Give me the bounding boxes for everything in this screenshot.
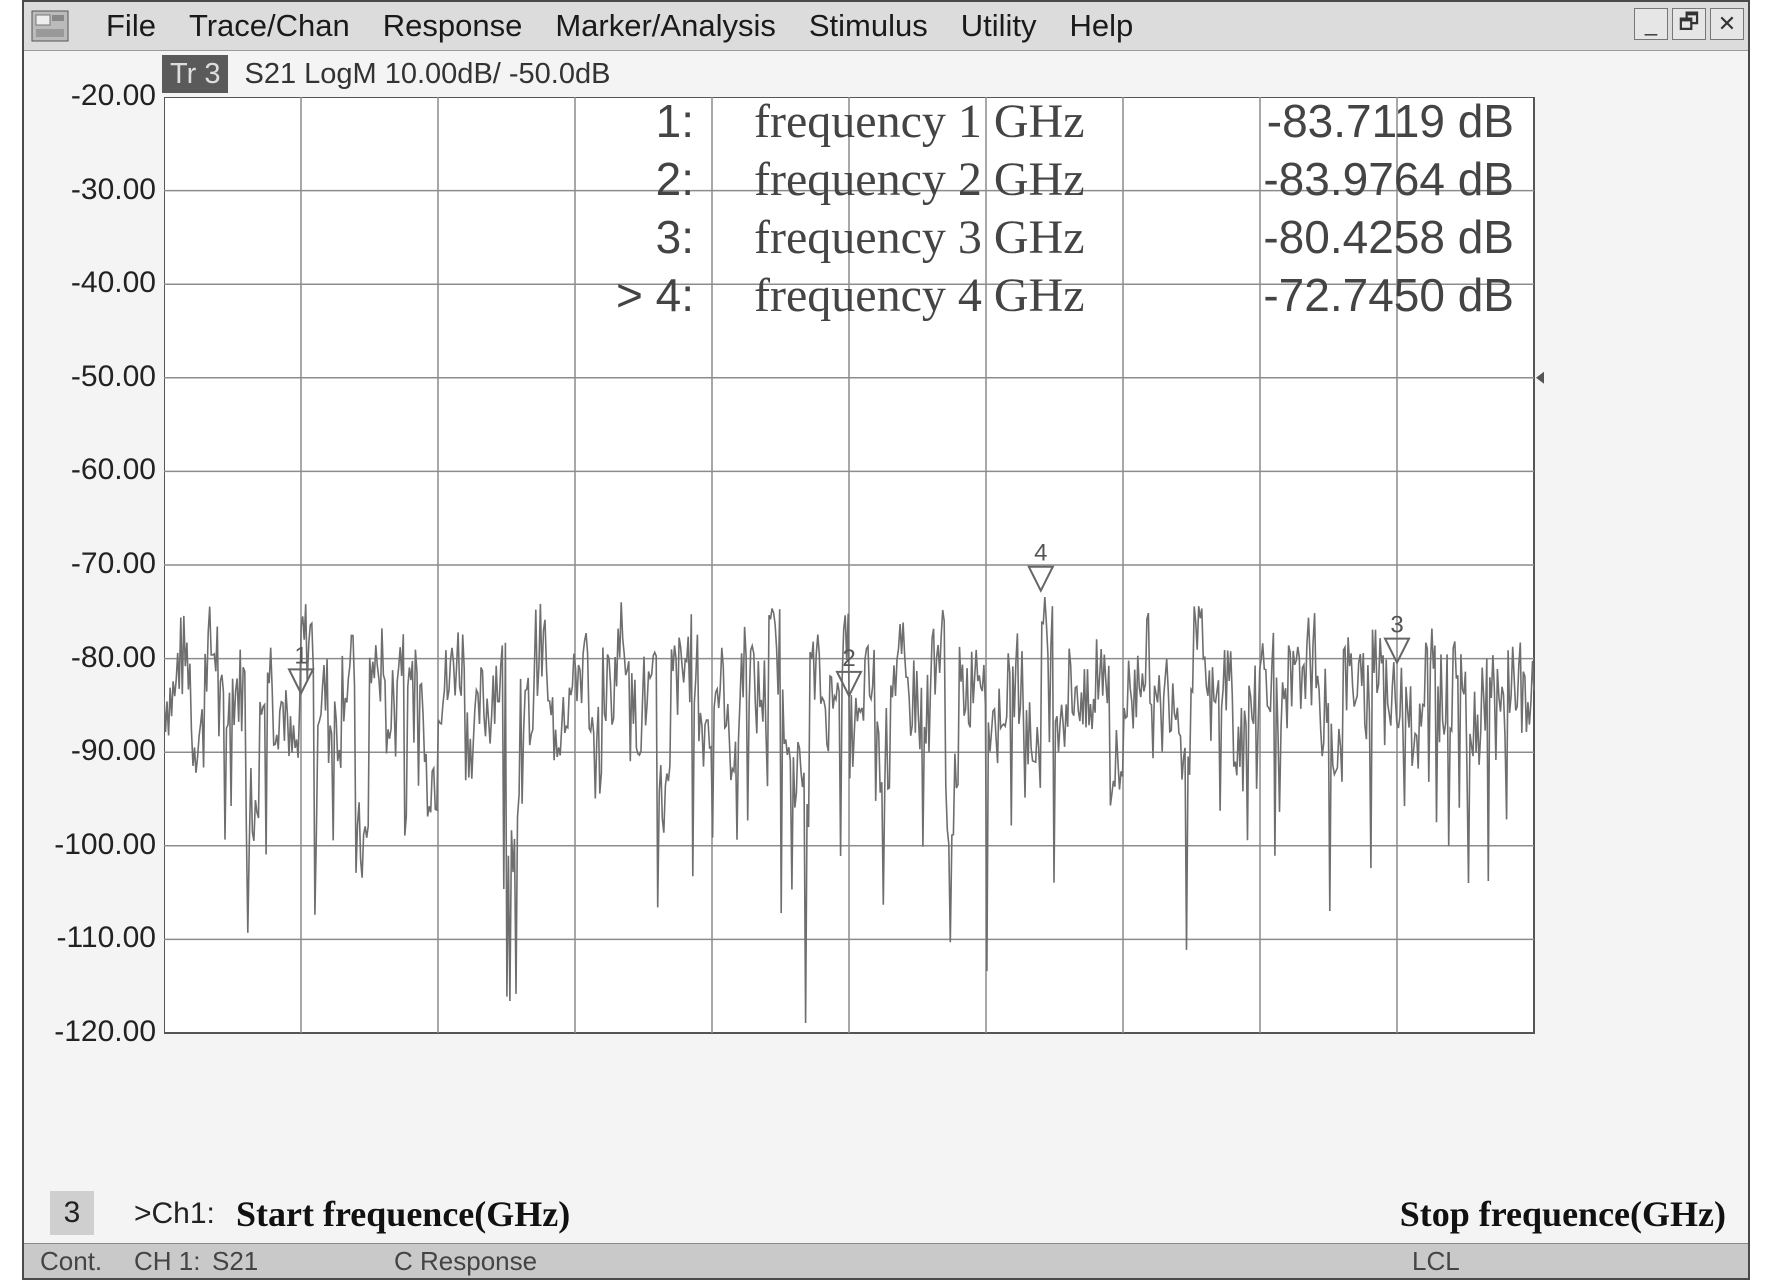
marker-value: -83.9764 dB bbox=[1263, 153, 1514, 205]
ref-arrow-right-icon bbox=[1536, 371, 1544, 384]
trace-badge[interactable]: Tr 3 bbox=[162, 55, 229, 93]
y-tick-label: -110.00 bbox=[56, 921, 156, 955]
app-icon[interactable] bbox=[30, 7, 70, 45]
status-mode: Cont. bbox=[40, 1246, 103, 1276]
y-tick-label: -80.00 bbox=[70, 640, 156, 674]
y-tick-label: -100.00 bbox=[54, 827, 156, 861]
marker-value: -83.7119 dB bbox=[1266, 95, 1514, 147]
axis-bottom-strip: 3 >Ch1: Start frequence(GHz) Stop freque… bbox=[24, 1187, 1748, 1247]
close-icon[interactable]: ✕ bbox=[1710, 8, 1744, 40]
menu-response[interactable]: Response bbox=[383, 8, 523, 44]
minimize-icon[interactable]: _ bbox=[1634, 8, 1668, 40]
marker-number-label: 3 bbox=[1390, 612, 1403, 639]
trace-header: Tr 3 S21 LogM 10.00dB/ -50.0dB bbox=[162, 54, 610, 94]
marker-value: -80.4258 dB bbox=[1263, 211, 1514, 263]
marker-stimulus: frequency 2 GHz bbox=[754, 153, 1085, 206]
menu-bar: File Trace/Chan Response Marker/Analysis… bbox=[24, 2, 1748, 51]
status-cal: C Response bbox=[394, 1246, 538, 1276]
menu-stimulus[interactable]: Stimulus bbox=[809, 8, 928, 44]
marker-stimulus: frequency 4 GHz bbox=[754, 269, 1085, 322]
marker-stimulus: frequency 1 GHz bbox=[754, 95, 1085, 148]
status-bar: Cont. CH 1: S21 C Response LCL bbox=[24, 1243, 1748, 1278]
y-tick-label: -90.00 bbox=[70, 734, 156, 768]
menu-trace-chan[interactable]: Trace/Chan bbox=[189, 8, 350, 44]
trace-description: S21 LogM 10.00dB/ -50.0dB bbox=[244, 57, 611, 90]
marker-number-label: 2 bbox=[842, 645, 855, 672]
channel-prefix: >Ch1: bbox=[134, 1197, 215, 1230]
window-controls: _ 🗗 ✕ bbox=[1634, 8, 1744, 40]
y-tick-label: -30.00 bbox=[70, 172, 156, 206]
marker-id: > 4: bbox=[615, 269, 694, 321]
start-frequency-label: Start frequence(GHz) bbox=[236, 1194, 571, 1234]
y-tick-label: -60.00 bbox=[70, 453, 156, 487]
status-param: S21 bbox=[212, 1246, 259, 1276]
y-tick-label: -50.00 bbox=[70, 359, 156, 393]
restore-icon[interactable]: 🗗 bbox=[1672, 8, 1706, 40]
marker-number-label: 1 bbox=[294, 642, 307, 669]
status-remote: LCL bbox=[1412, 1246, 1460, 1276]
marker-id: 1: bbox=[655, 95, 694, 147]
marker-number-label: 4 bbox=[1034, 540, 1047, 567]
menu-marker-analysis[interactable]: Marker/Analysis bbox=[555, 8, 776, 44]
y-tick-label: -20.00 bbox=[70, 79, 156, 112]
stop-frequency-label: Stop frequence(GHz) bbox=[1399, 1194, 1726, 1234]
y-tick-label: -40.00 bbox=[70, 266, 156, 300]
menu-utility[interactable]: Utility bbox=[961, 8, 1037, 44]
y-tick-label: -70.00 bbox=[70, 547, 156, 580]
marker-stimulus: frequency 3 GHz bbox=[754, 211, 1085, 264]
marker-value: -72.7450 dB bbox=[1263, 269, 1514, 321]
analyzer-window: File Trace/Chan Response Marker/Analysis… bbox=[22, 0, 1750, 1280]
status-channel: CH 1: bbox=[134, 1246, 201, 1276]
marker-id: 3: bbox=[655, 211, 694, 263]
channel-box[interactable]: 3 bbox=[50, 1191, 94, 1235]
y-tick-label: -120.00 bbox=[54, 1015, 156, 1048]
marker-id: 2: bbox=[655, 153, 694, 205]
menu-help[interactable]: Help bbox=[1070, 8, 1134, 44]
menu-file[interactable]: File bbox=[106, 8, 156, 44]
